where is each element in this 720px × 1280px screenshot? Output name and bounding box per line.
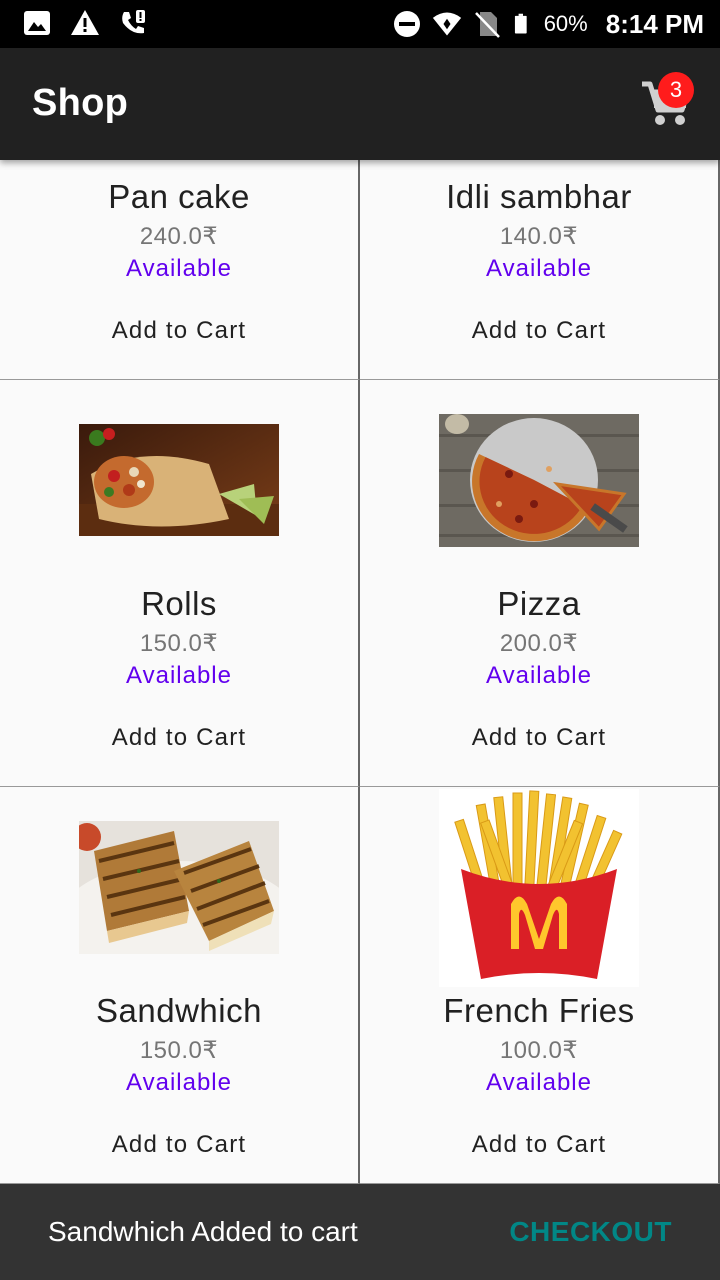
product-status: Available <box>486 662 592 689</box>
battery-percent: 60% <box>543 11 588 36</box>
product-card-pizza: Pizza 200.0₹ Available Add to Cart <box>360 380 720 787</box>
wifi-call-icon <box>122 10 145 34</box>
product-card-french-fries: French Fries 100.0₹ Available Add to Car… <box>360 787 720 1184</box>
product-price: 100.0₹ <box>499 1037 579 1064</box>
checkout-button[interactable]: CHECKOUT <box>509 1216 672 1248</box>
no-sim-icon <box>474 12 500 38</box>
product-card-pan-cake: Pan cake 240.0₹ Available Add to Cart <box>0 160 360 380</box>
product-name: French Fries <box>443 992 635 1029</box>
warning-icon <box>71 10 99 35</box>
do-not-disturb-icon <box>393 11 420 37</box>
app-bar: Shop 3 <box>0 48 720 160</box>
pizza-image <box>439 414 639 547</box>
page-title: Shop <box>32 82 129 124</box>
add-to-cart-button[interactable]: Add to Cart <box>360 724 718 752</box>
wifi-icon <box>432 12 461 36</box>
cart-badge: 3 <box>658 72 694 108</box>
product-status: Available <box>126 255 232 282</box>
product-card-rolls: Rolls 150.0₹ Available Add to Cart <box>0 380 360 787</box>
product-name: Idli sambhar <box>446 178 632 215</box>
product-status: Available <box>486 1069 592 1096</box>
product-name: Pan cake <box>108 178 250 215</box>
add-to-cart-button[interactable]: Add to Cart <box>0 317 358 345</box>
image-icon <box>24 11 50 35</box>
add-to-cart-button[interactable]: Add to Cart <box>0 1131 358 1159</box>
clock: 8:14 PM <box>605 8 704 39</box>
product-price: 150.0₹ <box>139 1037 219 1064</box>
product-price: 140.0₹ <box>499 223 579 250</box>
french-fries-image <box>439 789 639 987</box>
product-status: Available <box>126 662 232 689</box>
product-price: 200.0₹ <box>499 630 579 657</box>
product-name: Pizza <box>497 585 581 622</box>
product-card-sandwhich: Sandwhich 150.0₹ Available Add to Cart <box>0 787 360 1184</box>
product-price: 240.0₹ <box>139 223 219 250</box>
status-bar: 60% 8:14 PM <box>0 0 720 48</box>
product-status: Available <box>126 1069 232 1096</box>
product-status: Available <box>486 255 592 282</box>
add-to-cart-button[interactable]: Add to Cart <box>360 1131 718 1159</box>
product-card-idli-sambhar: Idli sambhar 140.0₹ Available Add to Car… <box>360 160 720 380</box>
add-to-cart-button[interactable]: Add to Cart <box>360 317 718 345</box>
snackbar-message: Sandwhich Added to cart <box>48 1216 358 1247</box>
snackbar: Sandwhich Added to cart CHECKOUT <box>0 1184 720 1280</box>
product-name: Rolls <box>141 585 217 622</box>
battery-icon <box>514 13 527 34</box>
product-grid: Pan cake 240.0₹ Available Add to Cart Id… <box>0 160 720 1184</box>
grilled-sandwich-image <box>79 821 279 954</box>
add-to-cart-button[interactable]: Add to Cart <box>0 724 358 752</box>
product-price: 150.0₹ <box>139 630 219 657</box>
wrap-roll-image <box>79 424 279 536</box>
product-name: Sandwhich <box>96 992 262 1029</box>
